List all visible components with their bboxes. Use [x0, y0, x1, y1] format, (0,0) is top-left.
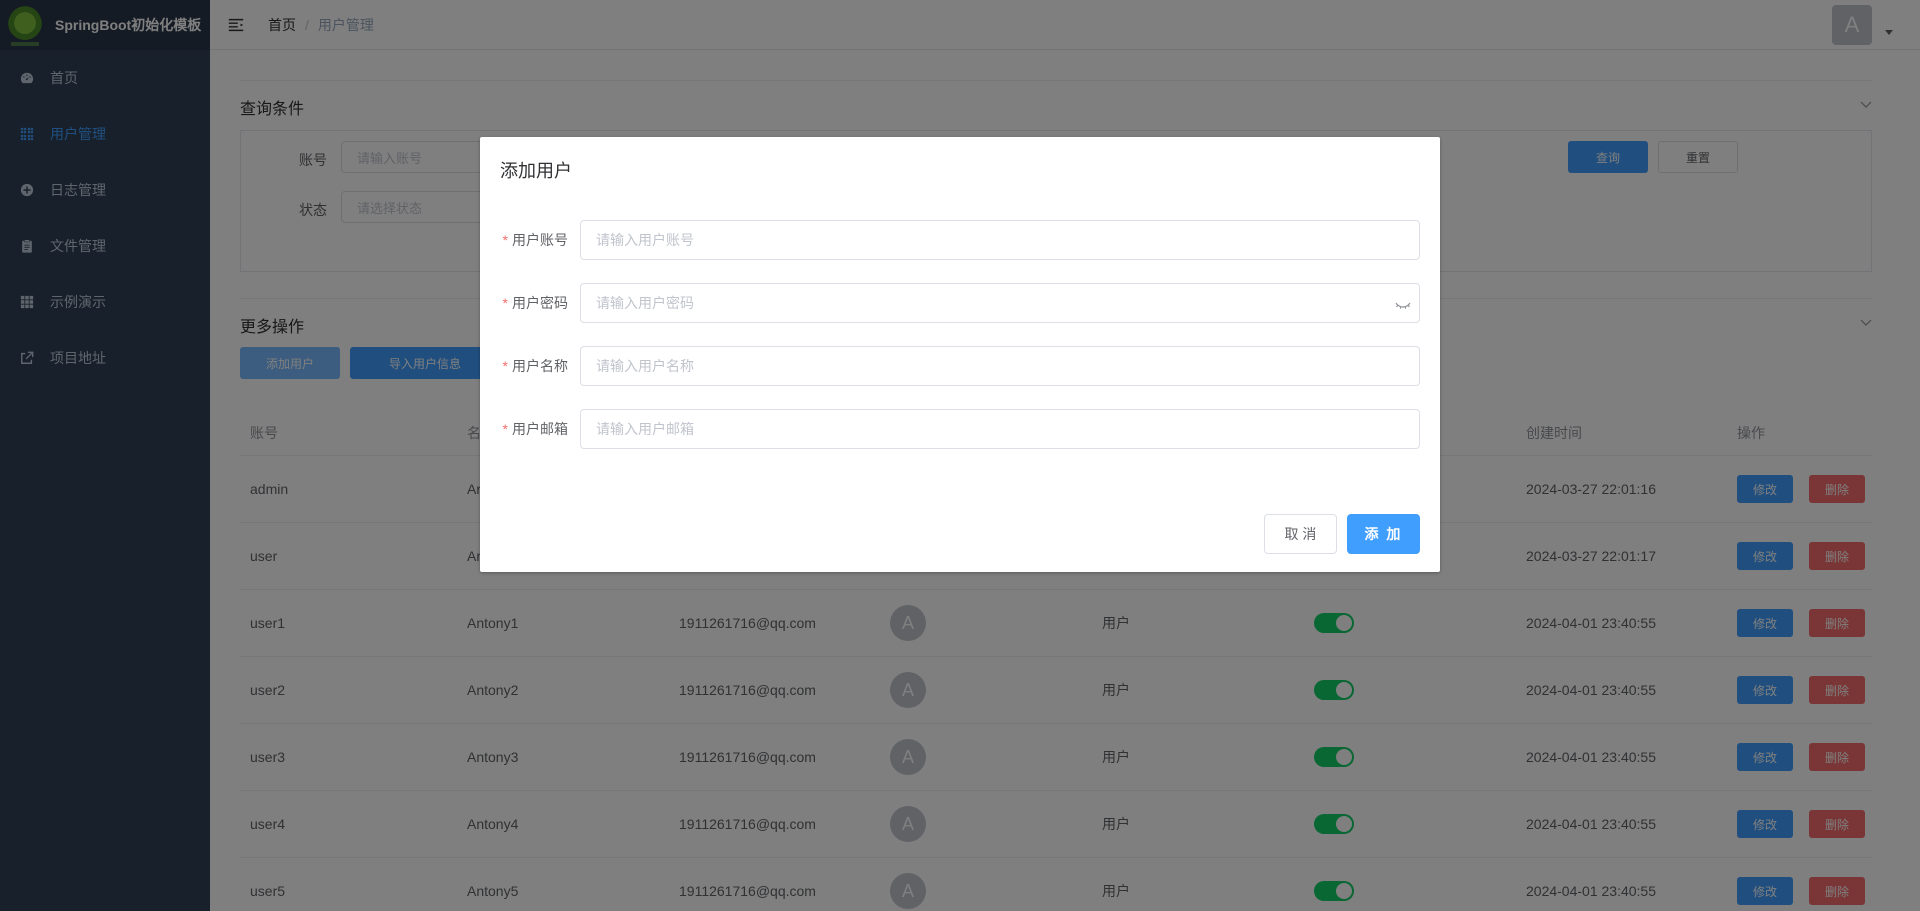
account-field[interactable]: 请输入用户账号 [580, 220, 1420, 260]
form-row-account: * 用户账号 请输入用户账号 [500, 220, 1420, 260]
email-field-label: * 用户邮箱 [502, 421, 568, 437]
required-mark: * [502, 295, 508, 311]
required-mark: * [502, 421, 508, 437]
form-row-password: * 用户密码 请输入用户密码 [500, 283, 1420, 323]
required-mark: * [502, 358, 508, 374]
email-placeholder: 请输入用户邮箱 [596, 421, 694, 437]
dialog-title: 添加用户 [500, 161, 572, 181]
password-field-label: * 用户密码 [502, 295, 568, 311]
add-button[interactable]: 添 加 [1347, 514, 1420, 554]
email-field[interactable]: 请输入用户邮箱 [580, 409, 1420, 449]
name-field-label: * 用户名称 [502, 358, 568, 374]
password-field[interactable]: 请输入用户密码 [580, 283, 1420, 323]
password-placeholder: 请输入用户密码 [596, 295, 694, 311]
cancel-button[interactable]: 取 消 [1264, 514, 1337, 554]
required-mark: * [502, 232, 508, 248]
account-placeholder: 请输入用户账号 [596, 232, 694, 248]
add-user-dialog: 添加用户 * 用户账号 请输入用户账号 * 用户密码 请输入用户密码 * 用户名称 请… [480, 137, 1440, 572]
account-field-label: * 用户账号 [502, 232, 568, 248]
form-row-email: * 用户邮箱 请输入用户邮箱 [500, 409, 1420, 449]
eye-closed-icon[interactable] [1395, 296, 1411, 312]
name-field[interactable]: 请输入用户名称 [580, 346, 1420, 386]
form-row-name: * 用户名称 请输入用户名称 [500, 346, 1420, 386]
name-placeholder: 请输入用户名称 [596, 358, 694, 374]
